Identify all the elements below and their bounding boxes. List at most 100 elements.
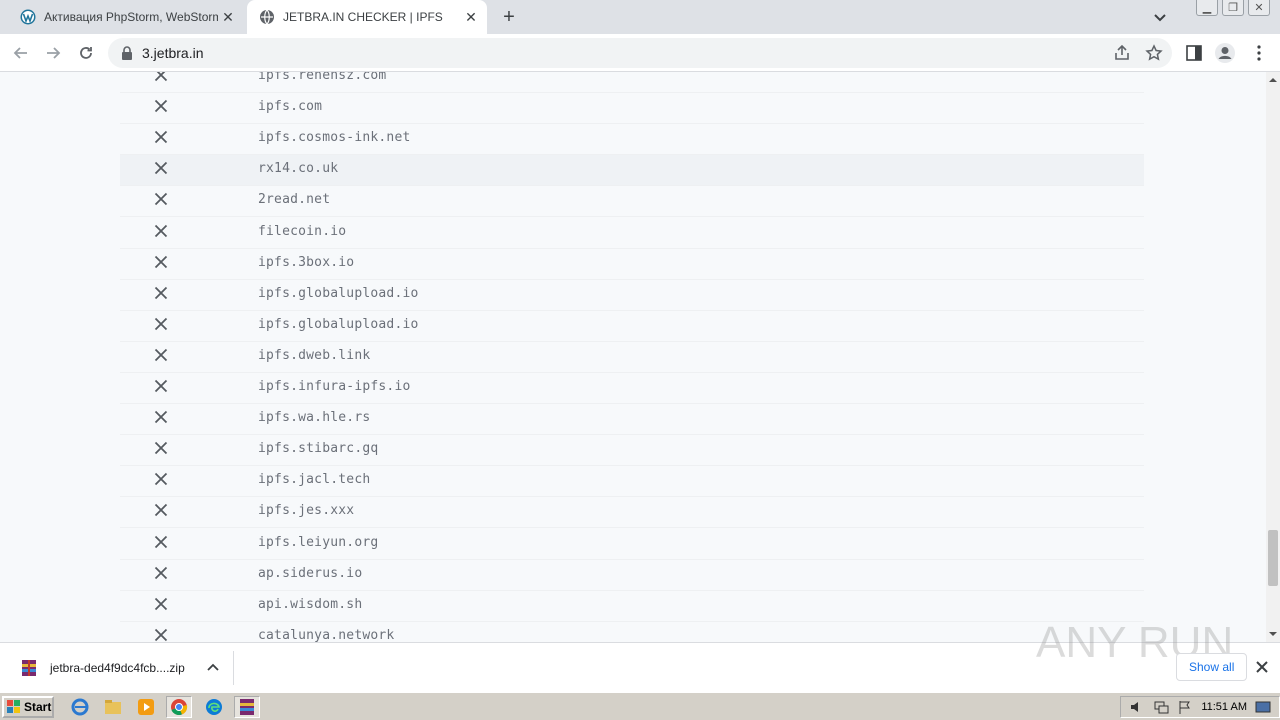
status-x-icon	[154, 255, 168, 268]
domain-row: ipfs.com	[120, 93, 1144, 125]
winrar-archive-icon	[22, 660, 36, 676]
browser-toolbar: 3.jetbra.in	[0, 34, 1280, 72]
forward-arrow-icon[interactable]	[42, 42, 64, 64]
status-x-icon	[154, 131, 168, 144]
new-tab-icon[interactable]: +	[497, 5, 521, 29]
status-x-icon	[154, 597, 168, 610]
status-x-icon	[154, 193, 168, 206]
wordpress-icon	[20, 9, 36, 25]
status-x-icon	[154, 442, 168, 455]
clock[interactable]: 11:51 AM	[1201, 701, 1247, 713]
tab-title: JETBRA.IN CHECKER | IPFS	[283, 10, 443, 24]
tab-title: Активация PhpStorm, WebStorm, I…	[44, 10, 218, 24]
domain-name: ipfs.cosmos-ink.net	[258, 130, 411, 146]
domain-name: api.wisdom.sh	[258, 596, 363, 612]
domain-row: ap.siderus.io	[120, 560, 1144, 591]
system-tray: 11:51 AM	[1120, 696, 1280, 718]
domain-row: ipfs.jacl.tech	[120, 466, 1144, 498]
status-x-icon	[154, 504, 168, 517]
domain-name: ipfs.leiyun.org	[258, 534, 379, 550]
domain-name: ap.siderus.io	[258, 565, 363, 581]
lock-icon[interactable]	[120, 45, 134, 61]
vertical-scrollbar[interactable]	[1266, 72, 1280, 642]
domain-row: ipfs.infura-ipfs.io	[120, 373, 1144, 404]
domain-name: filecoin.io	[258, 223, 347, 239]
domain-row: ipfs.stibarc.gq	[120, 435, 1144, 467]
domain-row: ipfs.dweb.link	[120, 342, 1144, 373]
bookmark-star-icon[interactable]	[1145, 44, 1163, 62]
tab-search-chevron-icon[interactable]	[1150, 7, 1170, 27]
restore-icon[interactable]: ❐	[1222, 0, 1244, 16]
domain-name: ipfs.renehsz.com	[258, 72, 387, 83]
show-desktop-icon[interactable]	[1255, 700, 1271, 714]
address-bar[interactable]: 3.jetbra.in	[108, 38, 1172, 68]
close-download-shelf-icon[interactable]	[1254, 659, 1270, 675]
domain-name: ipfs.dweb.link	[258, 347, 371, 363]
domain-name: ipfs.infura-ipfs.io	[258, 379, 411, 394]
back-arrow-icon[interactable]	[10, 42, 32, 64]
internet-explorer-icon[interactable]	[67, 696, 93, 718]
close-tab-icon[interactable]: ✕	[461, 7, 481, 27]
domain-row: ipfs.3box.io	[120, 249, 1144, 280]
download-item[interactable]: jetbra-ded4f9dc4fcb....zip	[12, 651, 234, 685]
status-x-icon	[154, 224, 168, 237]
chevron-up-icon[interactable]	[205, 660, 221, 676]
tab-strip: Активация PhpStorm, WebStorm, I… ✕ JETBR…	[0, 0, 1280, 34]
profile-avatar-icon[interactable]	[1214, 42, 1236, 64]
edge-icon[interactable]	[201, 696, 227, 718]
domain-name: catalunya.network	[258, 627, 395, 642]
volume-icon[interactable]	[1129, 700, 1145, 714]
domain-name: ipfs.globalupload.io	[258, 285, 419, 301]
domain-row: ipfs.cosmos-ink.net	[120, 124, 1144, 156]
side-panel-icon[interactable]	[1185, 44, 1203, 62]
domain-name: 2read.net	[258, 192, 331, 208]
status-x-icon	[154, 286, 168, 299]
domain-name: ipfs.com	[258, 99, 323, 115]
chrome-icon[interactable]	[166, 696, 192, 718]
domain-row: filecoin.io	[120, 218, 1144, 249]
tab-activation[interactable]: Активация PhpStorm, WebStorm, I… ✕	[8, 0, 244, 34]
minimize-icon[interactable]: ▁	[1196, 0, 1218, 16]
menu-kebab-icon[interactable]	[1248, 42, 1270, 64]
download-shelf: ANY RUN jetbra-ded4f9dc4fcb....zip Show …	[0, 618, 1280, 692]
network-icon[interactable]	[1153, 700, 1169, 714]
share-icon[interactable]	[1113, 44, 1131, 62]
status-x-icon	[154, 379, 168, 393]
file-explorer-icon[interactable]	[100, 696, 126, 718]
domain-name: rx14.co.uk	[258, 161, 339, 177]
domain-name: ipfs.jes.xxx	[258, 503, 355, 519]
domain-name: ipfs.globalupload.io	[258, 316, 419, 332]
globe-icon	[260, 9, 274, 25]
scroll-up-arrow-icon[interactable]	[1269, 76, 1277, 84]
status-x-icon	[154, 99, 168, 113]
domain-row: ipfs.globalupload.io	[120, 311, 1144, 342]
tab-jetbra-checker[interactable]: JETBRA.IN CHECKER | IPFS ✕	[247, 0, 487, 34]
show-all-button[interactable]: Show all	[1176, 653, 1248, 681]
domain-row: ipfs.renehsz.com	[120, 72, 1144, 93]
action-center-flag-icon[interactable]	[1177, 700, 1193, 714]
close-tab-icon[interactable]: ✕	[218, 7, 238, 27]
domain-row: ipfs.jes.xxx	[120, 497, 1144, 529]
windows-taskbar: Start 11:51 AM	[0, 692, 1280, 720]
status-x-icon	[154, 317, 168, 330]
window-close-icon[interactable]: ✕	[1248, 0, 1270, 16]
media-player-icon[interactable]	[133, 696, 159, 718]
url-text[interactable]: 3.jetbra.in	[142, 45, 203, 61]
status-x-icon	[154, 162, 168, 175]
status-x-icon	[154, 535, 168, 548]
winrar-taskbar-icon[interactable]	[234, 696, 260, 718]
start-button[interactable]: Start	[2, 696, 54, 718]
scroll-down-arrow-icon[interactable]	[1269, 630, 1277, 638]
status-x-icon	[154, 566, 168, 579]
reload-icon[interactable]	[75, 42, 97, 64]
domain-name: ipfs.3box.io	[258, 254, 355, 270]
domain-row: catalunya.network	[120, 622, 1144, 642]
status-x-icon	[154, 473, 168, 486]
domain-row: 2read.net	[120, 186, 1144, 218]
window-controls: ▁ ❐ ✕	[1196, 0, 1270, 16]
page-content: ipfs.renehsz.com ipfs.com ipfs.cosmos-ink.…	[0, 72, 1266, 642]
status-x-icon	[154, 72, 168, 82]
status-x-icon	[154, 348, 168, 362]
domain-row: rx14.co.uk	[120, 155, 1144, 187]
scrollbar-thumb[interactable]	[1268, 530, 1278, 586]
